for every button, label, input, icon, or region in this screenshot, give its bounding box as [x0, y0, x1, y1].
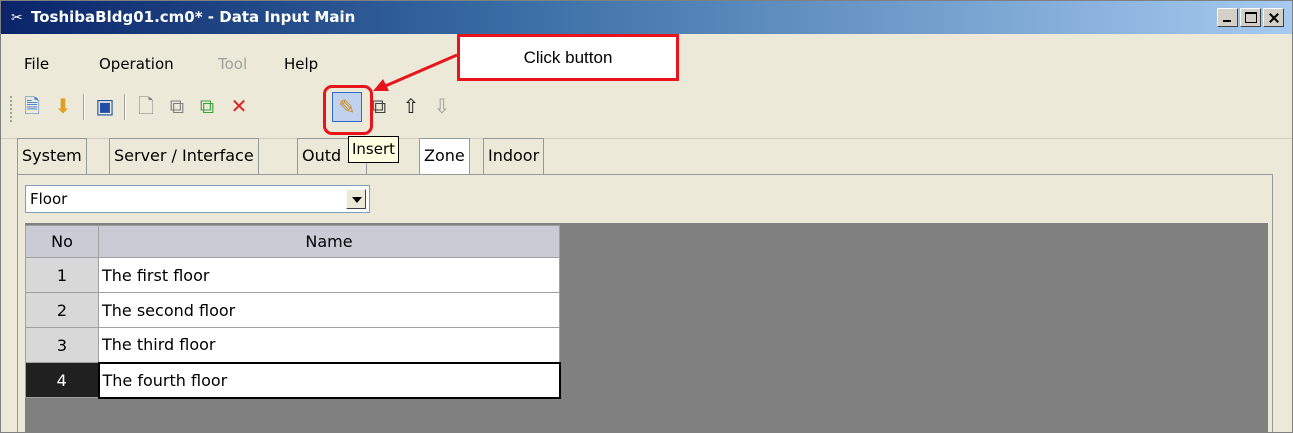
tools-icon: ✂: [11, 10, 23, 26]
copy-icon[interactable]: ⧉: [163, 92, 191, 120]
category-combo[interactable]: Floor: [25, 185, 370, 213]
toolbar-separator: [124, 94, 126, 120]
delete-icon[interactable]: ✕: [225, 92, 253, 120]
table-row[interactable]: 3 The third floor: [25, 327, 560, 363]
callout-box: Click button: [457, 34, 679, 81]
open-icon[interactable]: 🗎: [18, 92, 46, 120]
maximize-button[interactable]: [1240, 8, 1261, 27]
toolbar-separator: [83, 94, 85, 120]
menu-file[interactable]: File: [24, 55, 49, 73]
toolbar: 🗎 ⬇ ▣ 🗋 ⧉ ⧉ ✕ ✎ ⧉ ⇧ ⇩: [1, 80, 1292, 139]
menu-tool[interactable]: Tool: [218, 55, 247, 73]
chevron-down-icon[interactable]: [346, 189, 366, 209]
menu-operation[interactable]: Operation: [99, 55, 174, 73]
row-number[interactable]: 2: [25, 292, 99, 328]
table-row[interactable]: 2 The second floor: [25, 292, 560, 328]
column-header-no[interactable]: No: [25, 225, 99, 258]
new-icon[interactable]: 🗋: [132, 92, 160, 120]
paste-icon[interactable]: ⧉: [193, 92, 221, 120]
row-name-cell[interactable]: The second floor: [98, 292, 560, 328]
insert-tooltip: Insert: [348, 136, 400, 163]
window-title: ToshibaBldg01.cm0* - Data Input Main: [31, 8, 356, 26]
row-number[interactable]: 1: [25, 257, 99, 293]
toolbar-grip[interactable]: [10, 96, 14, 122]
floor-table: No Name 1 The first floor 2 The second f…: [25, 225, 561, 399]
table-row-selected[interactable]: 4 The fourth floor: [25, 361, 561, 399]
combo-value: Floor: [30, 190, 68, 208]
menu-help[interactable]: Help: [284, 55, 318, 73]
tab-server-interface[interactable]: Server / Interface: [109, 138, 259, 174]
row-name-cell[interactable]: The third floor: [98, 327, 560, 363]
title-bar: ✂ ToshibaBldg01.cm0* - Data Input Main: [1, 1, 1292, 34]
row-name-cell[interactable]: The fourth floor: [97, 361, 561, 399]
minimize-button[interactable]: [1217, 8, 1238, 27]
tab-zone[interactable]: Zone: [419, 138, 470, 176]
close-button[interactable]: [1263, 8, 1284, 27]
callout-arrow: [373, 53, 458, 91]
data-input-main-window: ✂ ToshibaBldg01.cm0* - Data Input Main F…: [0, 0, 1293, 433]
table-row[interactable]: 1 The first floor: [25, 257, 560, 293]
import-icon[interactable]: ⬇: [49, 92, 77, 120]
row-number[interactable]: 4: [25, 362, 99, 398]
save-icon[interactable]: ▣: [91, 92, 119, 120]
column-header-name[interactable]: Name: [98, 225, 560, 258]
row-number[interactable]: 3: [25, 327, 99, 363]
grid-area: No Name 1 The first floor 2 The second f…: [25, 223, 1268, 432]
row-name-cell[interactable]: The first floor: [98, 257, 560, 293]
tab-indoor[interactable]: Indoor: [483, 138, 545, 174]
tab-system[interactable]: System: [17, 138, 87, 174]
